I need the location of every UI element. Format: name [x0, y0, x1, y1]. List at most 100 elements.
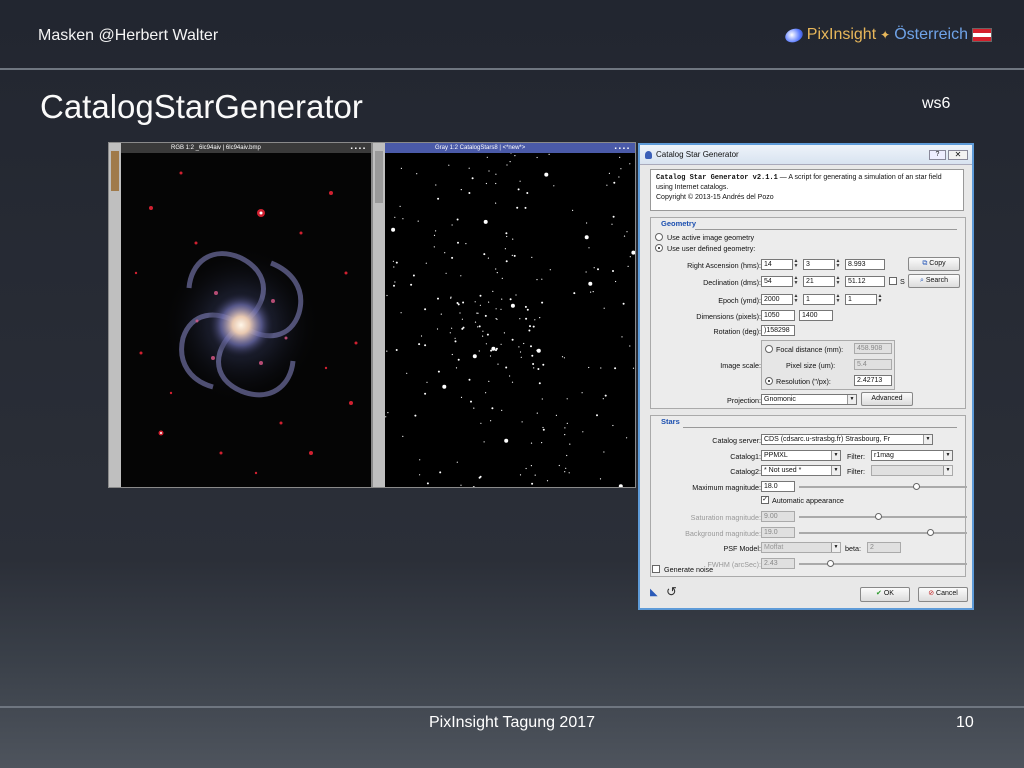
ra-hours-spinner[interactable]: ▲ ▼ [793, 259, 799, 270]
background-slider-knob[interactable] [927, 529, 934, 536]
ra-minutes-input[interactable]: 3 [803, 259, 835, 270]
catalog-server-value: CDS (cdsarc.u-strasbg.fr) Strasbourg, Fr [764, 436, 891, 443]
epoch-month-spinner[interactable]: ▲ ▼ [835, 294, 841, 305]
fwhm-input[interactable]: 2.43 [761, 558, 795, 569]
max-magnitude-input[interactable]: 18.0 [761, 481, 795, 492]
filter2-select[interactable]: ▼ [871, 465, 953, 476]
ra-seconds-input[interactable]: 8.993 [845, 259, 885, 270]
cancel-button[interactable]: ⊘ Cancel [918, 587, 968, 602]
star-dot [472, 354, 477, 359]
star-dot [406, 372, 408, 374]
star-dot [462, 301, 465, 304]
width-input[interactable]: 1050 [761, 310, 795, 321]
dec-degrees-input[interactable]: 54 [761, 276, 793, 287]
reset-icon[interactable]: ↺ [666, 584, 677, 600]
gray-image-window[interactable]: Gray 1:2 CatalogStars8 | <*new*> ▪▪▪▪ [372, 142, 636, 488]
saturation-magnitude-slider[interactable] [799, 513, 967, 520]
projection-select[interactable]: Gnomonic ▼ [761, 394, 857, 405]
star-dot [391, 227, 396, 232]
star-dot [419, 474, 421, 476]
star-dot [530, 465, 532, 467]
star-dot [603, 451, 605, 453]
ok-button[interactable]: ✔ OK [860, 587, 910, 602]
dialog-titlebar[interactable]: Catalog Star Generator ? ✕ [640, 145, 972, 165]
beta-input[interactable]: 2 [867, 542, 901, 553]
rgb-view-tab[interactable] [109, 143, 121, 487]
search-button[interactable]: ⌕ Search [908, 274, 960, 288]
close-button[interactable]: ✕ [948, 150, 968, 160]
star-dot [523, 342, 525, 345]
star-dot [511, 381, 514, 383]
chevron-down-icon: ▼ [923, 435, 932, 444]
image-scale-label: Image scale: [720, 361, 761, 370]
star-dot [536, 279, 538, 281]
use-user-geometry-radio[interactable] [655, 244, 663, 252]
fwhm-slider[interactable] [799, 560, 967, 567]
star-dot [566, 398, 568, 400]
max-magnitude-slider[interactable] [799, 483, 967, 490]
use-active-geometry-radio[interactable] [655, 233, 663, 241]
new-instance-icon[interactable]: ◣ [650, 587, 658, 598]
star-dot [454, 337, 456, 339]
dec-seconds-input[interactable]: 51.12 [845, 276, 885, 287]
star-dot [536, 412, 538, 414]
background-magnitude-input[interactable]: 19.0 [761, 527, 795, 538]
background-magnitude-slider[interactable] [799, 529, 967, 536]
dec-minutes-input[interactable]: 21 [803, 276, 835, 287]
epoch-year-spinner[interactable]: ▲ ▼ [793, 294, 799, 305]
star-dot [558, 464, 560, 467]
catalog-server-select[interactable]: CDS (cdsarc.u-strasbg.fr) Strasbourg, Fr… [761, 434, 933, 445]
resolution-radio[interactable] [765, 377, 773, 385]
ra-minutes-spinner[interactable]: ▲ ▼ [835, 259, 841, 270]
star-dot [437, 197, 440, 200]
simulated-starfield-image [385, 153, 635, 487]
epoch-day-spinner[interactable]: ▲ ▼ [877, 294, 883, 305]
rgb-window-titlebar[interactable]: RGB 1:2 _6lc94aiv | 6lc94aiv.bmp ▪▪▪▪ [121, 143, 371, 153]
focal-distance-input[interactable]: 458.908 [854, 343, 892, 354]
automatic-appearance-checkbox[interactable]: ✓ [761, 496, 769, 504]
dec-degrees-spinner[interactable]: ▲ ▼ [793, 276, 799, 287]
star-dot [519, 351, 522, 353]
fwhm-slider-knob[interactable] [827, 560, 834, 567]
rgb-window-title: RGB 1:2 _6lc94aiv | 6lc94aiv.bmp [171, 145, 261, 151]
epoch-year-input[interactable]: 2000 [761, 294, 793, 305]
epoch-day-input[interactable]: 1 [845, 294, 877, 305]
advanced-button[interactable]: Advanced [861, 392, 913, 406]
resolution-input[interactable]: 2.42713 [854, 375, 892, 386]
epoch-month-input[interactable]: 1 [803, 294, 835, 305]
star-dot [491, 407, 494, 410]
star-dot [588, 247, 590, 249]
generate-noise-label: Generate noise [664, 565, 714, 574]
psf-model-select[interactable]: Moffat ▼ [761, 542, 841, 553]
geometry-header[interactable]: Geometry [661, 219, 696, 228]
star-dot [590, 291, 592, 293]
south-checkbox[interactable] [889, 277, 897, 285]
gray-view-tab[interactable] [373, 143, 385, 487]
focal-distance-radio[interactable] [765, 345, 773, 353]
stars-header[interactable]: Stars [661, 417, 680, 426]
star-dot [505, 366, 508, 369]
star-dot [457, 241, 459, 244]
saturation-magnitude-input[interactable]: 9.00 [761, 511, 795, 522]
star-dot [505, 260, 508, 263]
star-dot [495, 268, 497, 270]
star-dot [549, 269, 551, 271]
star-dot [474, 321, 477, 323]
catalog2-select[interactable]: * Not used * ▼ [761, 465, 841, 476]
dec-minutes-spinner[interactable]: ▲ ▼ [835, 276, 841, 287]
catalog1-label: Catalog1: [730, 452, 761, 461]
filter1-select[interactable]: r1mag ▼ [871, 450, 953, 461]
pixel-size-input[interactable]: 5.4 [854, 359, 892, 370]
help-button[interactable]: ? [929, 150, 946, 160]
saturation-slider-knob[interactable] [875, 513, 882, 520]
catalog1-select[interactable]: PPMXL ▼ [761, 450, 841, 461]
max-magnitude-slider-knob[interactable] [913, 483, 920, 490]
height-input[interactable]: 1400 [799, 310, 833, 321]
rotation-input[interactable]: )158298 [761, 325, 795, 336]
generate-noise-checkbox[interactable] [652, 565, 660, 573]
copy-button[interactable]: ⧉ Copy [908, 257, 960, 271]
ra-hours-input[interactable]: 14 [761, 259, 793, 270]
rgb-image-window[interactable]: RGB 1:2 _6lc94aiv | 6lc94aiv.bmp ▪▪▪▪ [108, 142, 372, 488]
gray-window-titlebar[interactable]: Gray 1:2 CatalogStars8 | <*new*> ▪▪▪▪ [385, 143, 635, 153]
cancel-icon: ⊘ [928, 590, 935, 597]
